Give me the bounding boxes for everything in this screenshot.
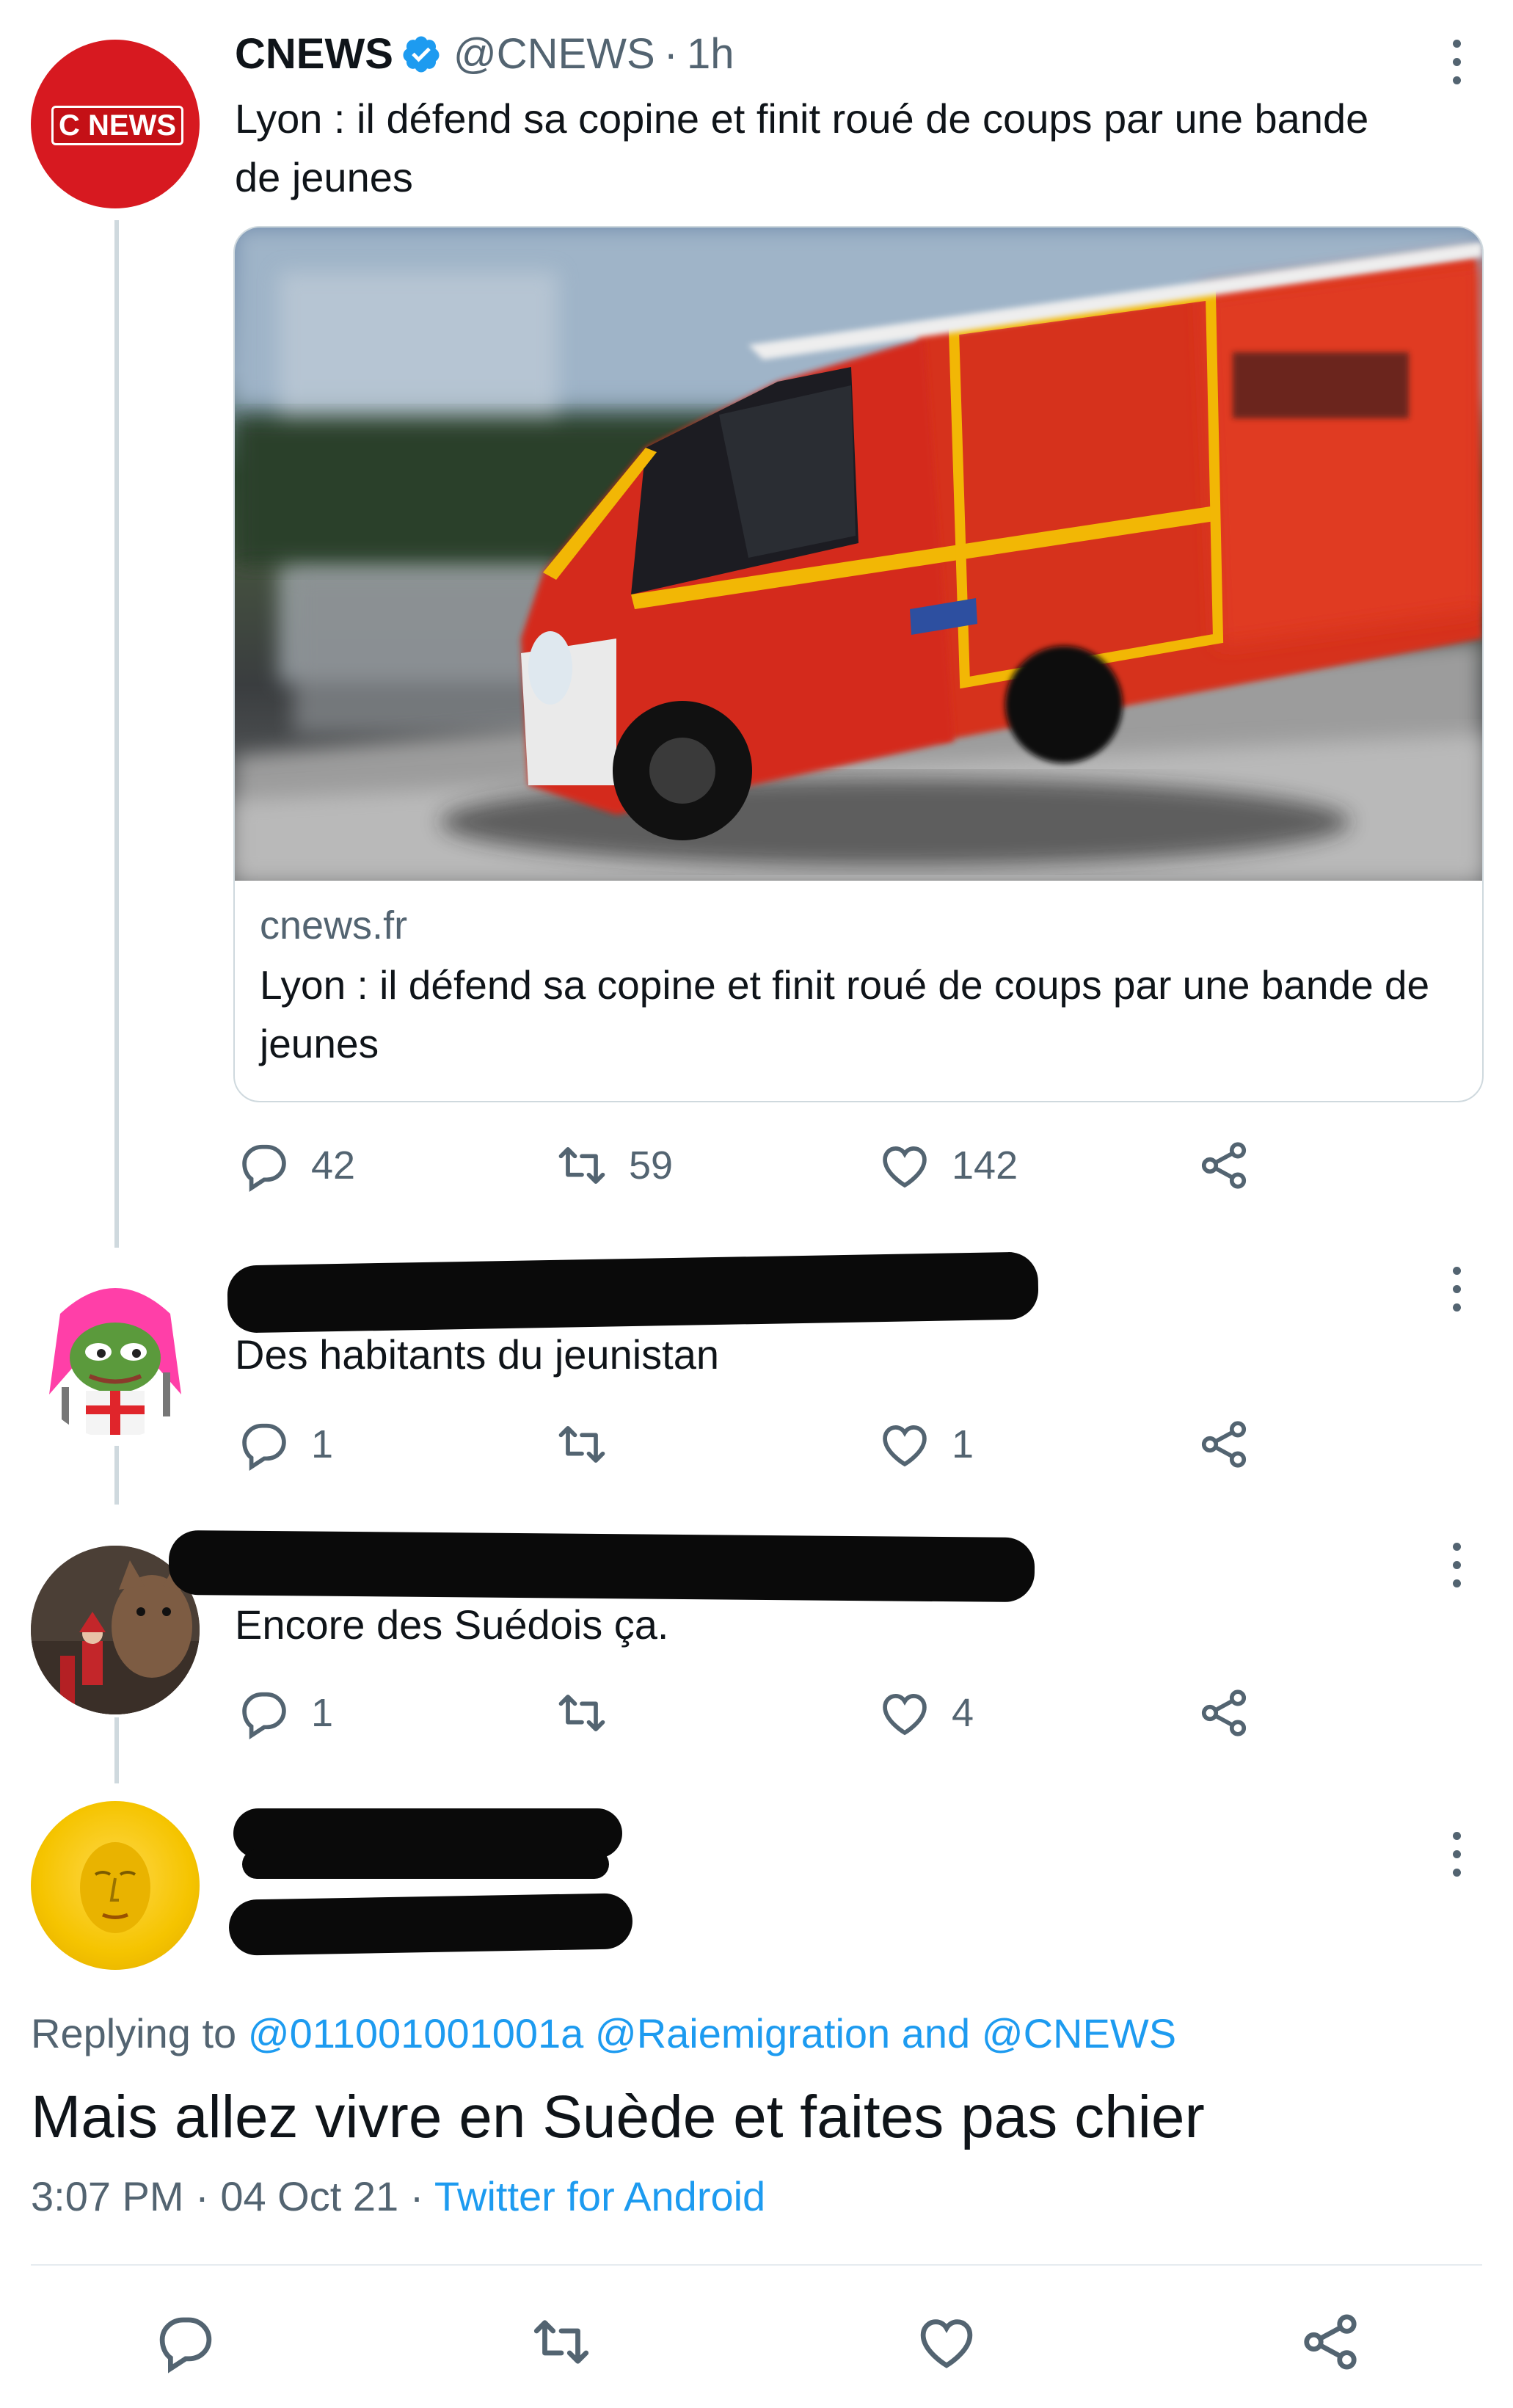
retweet-icon bbox=[558, 1146, 605, 1185]
retweet-button[interactable] bbox=[554, 1416, 610, 1472]
more-icon[interactable] bbox=[1434, 29, 1479, 95]
like-button[interactable]: 1 bbox=[877, 1416, 974, 1472]
more-icon[interactable] bbox=[1434, 1256, 1479, 1323]
bottom-retweet-button[interactable] bbox=[528, 2309, 594, 2375]
share-button[interactable] bbox=[1196, 1685, 1252, 1741]
redacted-username-bar bbox=[242, 1849, 609, 1879]
bottom-share-button[interactable] bbox=[1297, 2309, 1363, 2375]
reply-button[interactable]: 1 bbox=[236, 1685, 333, 1741]
link-card[interactable]: cnews.fr Lyon : il défend sa copine et f… bbox=[233, 226, 1484, 1102]
redacted-handle bbox=[228, 1893, 633, 1956]
reply-icon bbox=[159, 2317, 212, 2374]
like-icon bbox=[883, 1425, 927, 1467]
more-icon[interactable] bbox=[1434, 1532, 1479, 1598]
replying-to: Replying to @011001001001a @Raiemigratio… bbox=[31, 2009, 1176, 2057]
tweet-header: CNEWS @CNEWS · 1h bbox=[235, 29, 734, 79]
thread-line bbox=[114, 1717, 119, 1783]
tweet-timestamp[interactable]: 3:07 PM · 04 Oct 21 · bbox=[31, 2173, 423, 2219]
share-icon bbox=[1201, 1689, 1247, 1736]
focused-tweet-text: Mais allez vivre en Suède et faites pas … bbox=[31, 2084, 1205, 2150]
share-icon bbox=[1201, 1421, 1247, 1468]
like-icon bbox=[920, 2319, 973, 2368]
redacted-username bbox=[168, 1529, 1035, 1603]
reply-count: 1 bbox=[311, 1422, 334, 1466]
like-icon bbox=[883, 1146, 927, 1188]
like-count: 142 bbox=[952, 1143, 1018, 1187]
card-image bbox=[235, 228, 1482, 881]
bottom-like-button[interactable] bbox=[914, 2309, 980, 2375]
share-icon bbox=[1304, 2314, 1357, 2370]
reply1-avatar[interactable] bbox=[31, 1270, 200, 1438]
thread-line bbox=[114, 220, 119, 1248]
author-name[interactable]: CNEWS bbox=[235, 29, 393, 79]
reply-icon bbox=[242, 1692, 286, 1739]
like-icon bbox=[883, 1694, 927, 1736]
focused-avatar[interactable] bbox=[31, 1801, 200, 1970]
replying-users[interactable]: @011001001001a @Raiemigration and @CNEWS bbox=[248, 2010, 1176, 2056]
like-count: 1 bbox=[952, 1422, 974, 1466]
tweet-time[interactable]: 1h bbox=[687, 29, 734, 79]
like-count: 4 bbox=[952, 1691, 974, 1735]
like-button[interactable]: 4 bbox=[877, 1685, 974, 1741]
divider bbox=[31, 2264, 1482, 2266]
retweet-icon bbox=[533, 2320, 589, 2364]
retweet-icon bbox=[558, 1694, 605, 1732]
reply-icon bbox=[242, 1144, 286, 1192]
like-button[interactable]: 142 bbox=[877, 1138, 1018, 1193]
tweet-client[interactable]: Twitter for Android bbox=[434, 2173, 765, 2219]
share-icon bbox=[1201, 1142, 1247, 1189]
reply2-text: Encore des Suédois ça. bbox=[235, 1601, 669, 1648]
thread-line bbox=[114, 1446, 119, 1505]
reply-button[interactable]: 1 bbox=[236, 1416, 333, 1472]
sun-face-illustration bbox=[80, 1842, 150, 1933]
retweet-icon bbox=[558, 1425, 605, 1463]
reply-button[interactable]: 42 bbox=[236, 1138, 355, 1193]
ambulance-illustration bbox=[235, 228, 1482, 881]
card-domain: cnews.fr bbox=[260, 903, 408, 947]
pepe-avatar-illustration bbox=[49, 1288, 181, 1435]
tweet-meta: 3:07 PM · 04 Oct 21 · Twitter for Androi… bbox=[31, 2172, 765, 2220]
share-button[interactable] bbox=[1196, 1416, 1252, 1472]
cnews-logo: C NEWS bbox=[51, 106, 183, 145]
more-icon[interactable] bbox=[1434, 1822, 1479, 1888]
reply-icon bbox=[242, 1423, 286, 1471]
header-separator: · bbox=[663, 30, 678, 78]
author-handle[interactable]: @CNEWS bbox=[453, 29, 655, 79]
tweet-text: Lyon : il défend sa copine et finit roué… bbox=[235, 95, 1369, 200]
bottom-reply-button[interactable] bbox=[153, 2309, 219, 2375]
share-button[interactable] bbox=[1196, 1138, 1252, 1193]
cnews-avatar[interactable]: C NEWS bbox=[31, 40, 200, 208]
card-title: Lyon : il défend sa copine et finit roué… bbox=[260, 962, 1430, 1066]
retweet-button[interactable] bbox=[554, 1685, 610, 1741]
retweet-button[interactable]: 59 bbox=[554, 1138, 673, 1193]
reply-count: 42 bbox=[311, 1143, 356, 1187]
redacted-username bbox=[227, 1251, 1039, 1334]
reply1-text: Des habitants du jeunistan bbox=[235, 1331, 719, 1378]
replying-prefix: Replying to bbox=[31, 2010, 237, 2056]
retweet-count: 59 bbox=[629, 1143, 674, 1187]
verified-icon bbox=[403, 36, 440, 72]
reply-count: 1 bbox=[311, 1691, 334, 1735]
